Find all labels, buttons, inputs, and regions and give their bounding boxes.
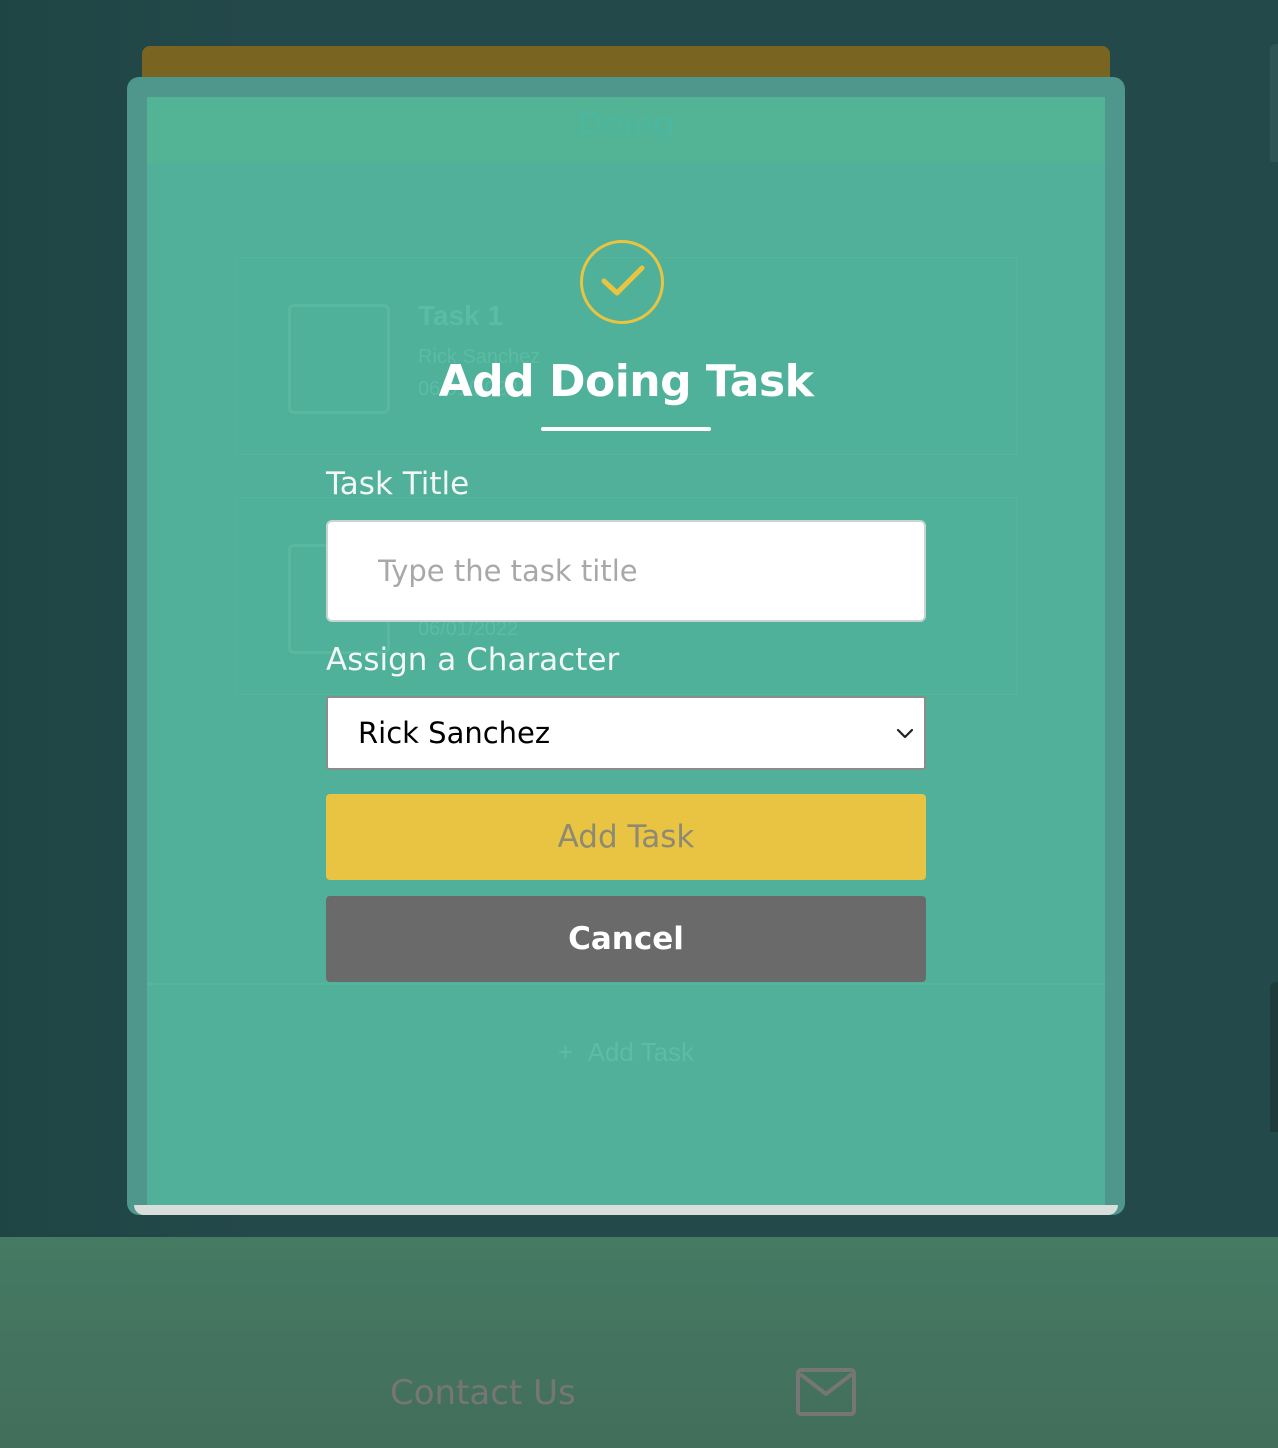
add-task-ghost-label: Add Task [587, 1037, 695, 1067]
task-title-label: Task Title [326, 466, 470, 502]
check-circle-icon [580, 240, 664, 324]
character-select-value: Rick Sanchez [358, 716, 551, 750]
title-underline [541, 427, 711, 431]
dialog-title: Add Doing Task [438, 356, 814, 407]
chevron-down-icon [896, 728, 914, 739]
plus-icon: + [557, 1037, 574, 1067]
scrollbar-track[interactable] [1270, 982, 1278, 1132]
contact-us-link[interactable]: Contact Us [390, 1373, 576, 1413]
add-task-ghost: + Add Task [147, 1037, 1105, 1068]
next-column-edge [1270, 44, 1278, 162]
task-title-input[interactable] [326, 520, 926, 622]
footer: Contact Us [0, 1237, 1278, 1448]
cancel-button[interactable]: Cancel [326, 896, 926, 982]
modal-bottom-edge [134, 1205, 1118, 1215]
add-task-button[interactable]: Add Task [326, 794, 926, 880]
card-title-ghost: Task 1 [418, 300, 504, 331]
page: Doing Task 1 Rick Sanchez 06/01/2022 06/… [0, 0, 1278, 1448]
character-select[interactable]: Rick Sanchez [326, 696, 926, 770]
check-icon [601, 265, 645, 296]
mail-icon[interactable] [796, 1368, 856, 1416]
column-divider-ghost [147, 983, 1105, 985]
column-title-ghost: Doing [577, 105, 675, 143]
character-label: Assign a Character [326, 642, 620, 678]
